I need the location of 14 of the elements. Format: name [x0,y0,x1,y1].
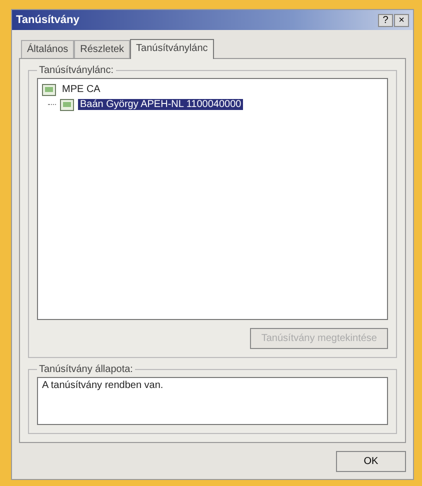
certificate-icon [42,84,56,96]
close-button[interactable]: × [394,14,409,26]
tab[interactable]: Tanúsítványlánc [130,39,214,59]
tree-item[interactable]: MPE CA [60,84,102,95]
tab[interactable]: Általános [21,40,74,58]
window-title: Tanúsítvány [16,14,80,26]
ok-button[interactable]: OK [336,451,406,472]
certificate-icon [60,98,74,110]
status-text: A tanúsítvány rendben van. [42,380,164,391]
tree-item[interactable]: Baán György APEH-NL 1100040000 [78,99,244,110]
help-button[interactable]: ? [378,14,393,26]
group-label: Tanúsítványlánc: [38,65,114,76]
group-label: Tanúsítvány állapota: [38,364,134,375]
tab[interactable]: Részletek [74,40,130,58]
